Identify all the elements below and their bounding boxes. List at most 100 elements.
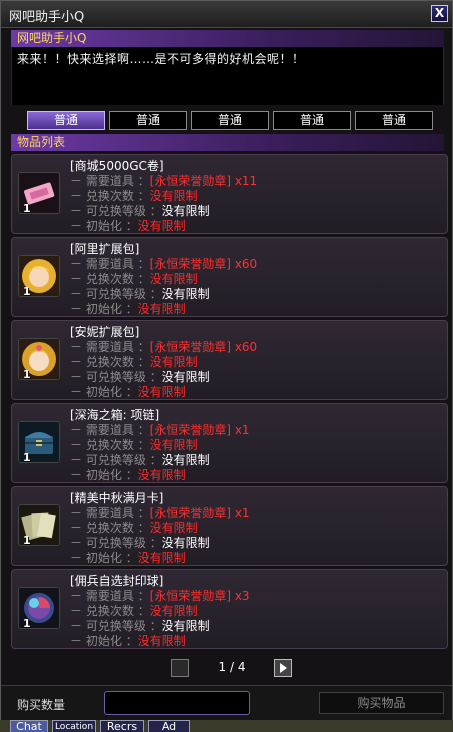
quantity-label: 购买数量 [17,698,66,712]
exchange-level-label: － 可兑换等级 ： [70,370,162,384]
pagination: 1 / 4 [171,659,292,677]
page-separator: / [229,660,235,674]
item-quantity: 1 [23,368,31,380]
item-name: [商城5000GC卷] [70,159,164,173]
required-item-value: [永恒荣誉勋章] x60 [149,340,258,354]
required-item-label: － 需要道具 ： [70,506,150,520]
tab-location[interactable]: Location [52,720,96,732]
quantity-input[interactable] [104,691,250,715]
exchange-level-label: － 可兑换等级 ： [70,453,162,467]
reset-value: 没有限制 [137,302,186,316]
exchange-count-value: 没有限制 [149,604,198,618]
exchange-level-value: 没有限制 [161,370,210,384]
required-item-value: [永恒荣誉勋章] x3 [149,589,250,603]
item-name: [佣兵自选封印球] [70,574,164,588]
tab-normal-3[interactable]: 普通 [191,111,269,130]
exchange-count-value: 没有限制 [149,272,198,286]
tab-recruit[interactable]: Recrs [100,720,144,732]
npc-name-header: 网吧助手小Q [11,30,444,47]
reset-label: － 初始化 ： [70,551,138,565]
prev-page-button[interactable] [171,659,189,677]
exchange-count-value: 没有限制 [149,438,198,452]
ali-portrait-icon[interactable]: 1 [18,255,60,297]
item-list-header: 物品列表 [11,134,444,151]
tab-normal-4[interactable]: 普通 [273,111,351,130]
total-pages: 4 [237,660,246,674]
exchange-level-label: － 可兑换等级 ： [70,536,162,550]
exchange-level-label: － 可兑换等级 ： [70,287,162,301]
reset-value: 没有限制 [137,385,186,399]
required-item-value: [永恒荣誉勋章] x1 [149,423,250,437]
reset-label: － 初始化 ： [70,634,138,648]
item-list: 1 [商城5000GC卷] － 需要道具 ：[永恒荣誉勋章] x11 － 兑换次… [11,151,448,654]
deep-sea-chest-icon[interactable]: 1 [18,421,60,463]
item-quantity: 1 [23,285,31,297]
reset-value: 没有限制 [137,468,186,482]
item-name: [精美中秋满月卡] [70,491,164,505]
close-icon: X [434,6,445,20]
tab-normal-1[interactable]: 普通 [27,111,105,130]
title-bar[interactable]: 网吧助手小Q X [1,1,452,28]
reset-label: － 初始化 ： [70,302,138,316]
exchange-count-label: － 兑换次数 ： [70,355,150,369]
exchange-level-label: － 可兑换等级 ： [70,204,162,218]
next-page-button[interactable] [274,659,292,677]
item-quantity: 1 [23,451,31,463]
exchange-count-label: － 兑换次数 ： [70,438,150,452]
reset-value: 没有限制 [137,219,186,233]
exchange-level-value: 没有限制 [161,453,210,467]
card-pack-icon[interactable]: 1 [18,504,60,546]
reset-label: － 初始化 ： [70,385,138,399]
required-item-label: － 需要道具 ： [70,174,150,188]
tab-ad[interactable]: Ad [148,720,190,732]
reset-label: － 初始化 ： [70,219,138,233]
reset-value: 没有限制 [137,551,186,565]
window-title: 网吧助手小Q [9,10,85,25]
npc-dialog-panel: 来来！！快来选择啊……是不可多得的好机会呢！！ [11,47,444,105]
required-item-value: [永恒荣誉勋章] x60 [149,257,258,271]
item-quantity: 1 [23,202,31,214]
item-name: [阿里扩展包] [70,242,140,256]
required-item-label: － 需要道具 ： [70,257,150,271]
item-name: [深海之箱: 项链] [70,408,160,422]
exchange-count-label: － 兑换次数 ： [70,521,150,535]
npc-message: 来来！！快来选择啊……是不可多得的好机会呢！！ [17,52,305,66]
tab-normal-2[interactable]: 普通 [109,111,187,130]
exchange-level-value: 没有限制 [161,619,210,633]
exchange-count-label: － 兑换次数 ： [70,604,150,618]
required-item-value: [永恒荣誉勋章] x1 [149,506,250,520]
page-indicator: 1 / 4 [201,660,263,674]
list-item[interactable]: 1 [安妮扩展包] － 需要道具 ：[永恒荣誉勋章] x60 － 兑换次数 ：没… [11,320,448,400]
item-quantity: 1 [23,617,31,629]
gc-ticket-icon[interactable]: 1 [18,172,60,214]
exchange-level-value: 没有限制 [161,287,210,301]
reset-label: － 初始化 ： [70,468,138,482]
list-item[interactable]: 1 [佣兵自选封印球] － 需要道具 ：[永恒荣誉勋章] x3 － 兑换次数 ：… [11,569,448,649]
list-item[interactable]: 1 [商城5000GC卷] － 需要道具 ：[永恒荣誉勋章] x11 － 兑换次… [11,154,448,234]
buy-button[interactable]: 购买物品 [319,692,444,714]
required-item-label: － 需要道具 ： [70,423,150,437]
chat-tab-bar: Chat Location Recrs Ad [0,720,453,732]
exchange-count-value: 没有限制 [149,355,198,369]
annie-portrait-icon[interactable]: 1 [18,338,60,380]
exchange-count-label: － 兑换次数 ： [70,272,150,286]
list-item[interactable]: 1 [阿里扩展包] － 需要道具 ：[永恒荣誉勋章] x60 － 兑换次数 ：没… [11,237,448,317]
npc-shop-window: 网吧助手小Q X 网吧助手小Q 来来！！快来选择啊……是不可多得的好机会呢！！ … [0,0,453,720]
required-item-label: － 需要道具 ： [70,340,150,354]
required-item-label: － 需要道具 ： [70,589,150,603]
exchange-count-value: 没有限制 [149,521,198,535]
shop-tabs: 普通 普通 普通 普通 普通 [27,111,437,130]
required-item-value: [永恒荣誉勋章] x11 [149,174,258,188]
reset-value: 没有限制 [137,634,186,648]
list-item[interactable]: 1 [精美中秋满月卡] － 需要道具 ：[永恒荣誉勋章] x1 － 兑换次数 ：… [11,486,448,566]
purchase-bar: 购买数量 购买物品 [1,685,452,720]
exchange-count-value: 没有限制 [149,189,198,203]
seal-orb-icon[interactable]: 1 [18,587,60,629]
tab-normal-5[interactable]: 普通 [355,111,433,130]
list-item[interactable]: 1 [深海之箱: 项链] － 需要道具 ：[永恒荣誉勋章] x1 － 兑换次数 … [11,403,448,483]
exchange-count-label: － 兑换次数 ： [70,189,150,203]
exchange-level-value: 没有限制 [161,204,210,218]
exchange-level-value: 没有限制 [161,536,210,550]
close-button[interactable]: X [431,5,448,22]
tab-chat[interactable]: Chat [10,720,48,732]
